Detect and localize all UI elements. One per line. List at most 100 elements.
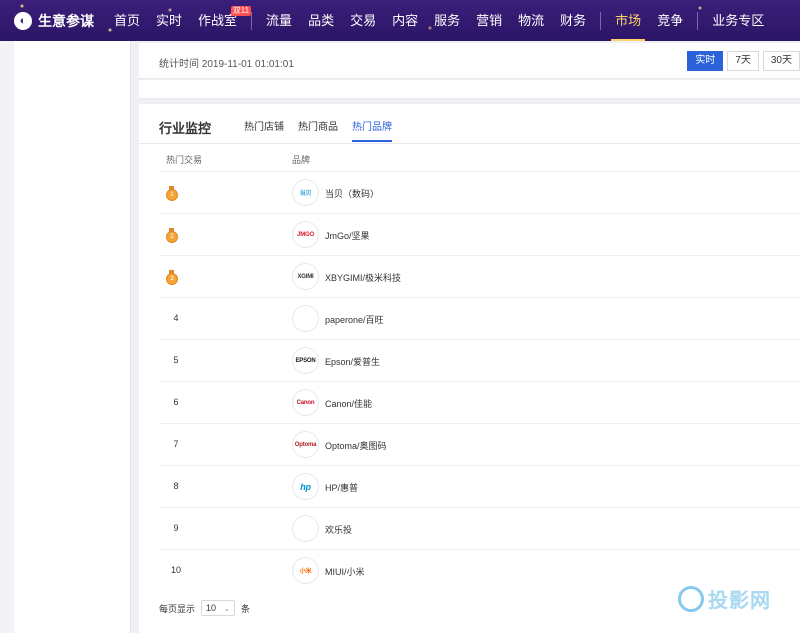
table-row[interactable]: 6 Canon Canon/佳能 xyxy=(159,381,800,423)
page-size-select[interactable]: 10 ⌄ xyxy=(201,600,236,616)
nav-item-label: 竞争 xyxy=(657,13,684,28)
promo-badge: 双11 xyxy=(230,6,252,16)
brand-logo-mark: EPSON xyxy=(295,357,316,364)
nav-separator xyxy=(251,11,253,30)
brand-name[interactable]: XBYGIMI/极米科技 xyxy=(325,271,401,284)
nav-item[interactable]: 竞争 xyxy=(649,0,691,41)
nav-item[interactable]: 服务 xyxy=(426,0,468,41)
brand-name[interactable]: HP/惠普 xyxy=(325,481,358,494)
nav-item[interactable]: 财务 xyxy=(552,0,594,41)
page-size-suffix: 条 xyxy=(241,603,251,614)
table-row[interactable]: 1 当贝 当贝（数码） xyxy=(159,171,800,213)
watermark: 投影网 xyxy=(678,584,771,613)
table-row[interactable]: 4 paperone/百旺 xyxy=(159,297,800,339)
brand-logo-mark: Canon xyxy=(296,399,315,406)
brand-logo: EPSON xyxy=(292,347,319,374)
nav-item-label: 服务 xyxy=(434,13,461,28)
nav-item-label: 品类 xyxy=(308,13,335,28)
brand-logo-mark: 小米 xyxy=(299,569,312,575)
nav-item-label: 内容 xyxy=(392,13,419,28)
nav-item-label: 交易 xyxy=(350,13,377,28)
medal-rank: 2 xyxy=(166,231,178,243)
brand-logo-mark: 当贝 xyxy=(299,191,312,197)
nav-item-label: 流量 xyxy=(266,13,293,28)
nav-item-label: 实时 xyxy=(156,13,183,28)
table-row[interactable]: 9 欢乐投 xyxy=(159,507,800,549)
brand-logo: Canon xyxy=(292,389,319,416)
nav-item[interactable]: 业务专区 xyxy=(704,0,772,41)
rank-number: 9 xyxy=(173,523,179,533)
nav-item[interactable]: 品类 xyxy=(300,0,342,41)
brand-name[interactable]: Optoma/奥图码 xyxy=(325,439,387,452)
top-nav: ◐ 生意参谋 首页 实时 作战室 双11 流量 品类 交易 内容 服务 营销 物流 财务 市场 竞争 业务专… xyxy=(0,0,800,41)
sidebar-collapsed-strip xyxy=(0,41,14,633)
nav-item[interactable]: 市场 xyxy=(607,0,649,41)
nav-item-label: 财务 xyxy=(560,13,587,28)
brand-name[interactable]: MIUI/小米 xyxy=(325,565,365,578)
nav-item[interactable]: 首页 xyxy=(106,0,148,41)
nav-item-label: 营销 xyxy=(476,13,503,28)
brand-name[interactable]: paperone/百旺 xyxy=(325,313,384,326)
tab[interactable]: 热门商品 xyxy=(298,118,338,142)
page-size-value: 10 xyxy=(206,603,217,613)
nav-item[interactable]: 营销 xyxy=(468,0,510,41)
sidebar xyxy=(0,41,131,633)
nav-separator xyxy=(600,11,602,30)
nav-item[interactable]: 内容 xyxy=(384,0,426,41)
tab[interactable]: 热门店铺 xyxy=(244,118,284,142)
tab[interactable]: 热门品牌 xyxy=(352,118,392,142)
nav-menu: 首页 实时 作战室 双11 流量 品类 交易 内容 服务 营销 物流 财务 市场 竞争 业务专区 xyxy=(106,0,772,41)
compass-logo-icon: ◐ xyxy=(14,11,32,30)
brand-logo: 小米 xyxy=(292,557,319,584)
nav-item[interactable]: 物流 xyxy=(510,0,552,41)
page-size-prefix: 每页显示 xyxy=(159,603,196,614)
panel-title: 行业监控 xyxy=(159,121,212,136)
nav-item-label: 首页 xyxy=(114,13,141,28)
rank-number: 4 xyxy=(173,313,179,323)
section-spacer xyxy=(139,80,800,99)
brand-name[interactable]: JmGo/坚果 xyxy=(325,229,370,242)
brand-logo xyxy=(292,515,319,542)
time-range-selector: 实时 7天 30天 xyxy=(683,51,800,71)
table-row[interactable]: 2 JMGO JmGo/坚果 xyxy=(159,213,800,255)
brand-logo-mark: Optoma xyxy=(294,441,317,448)
nav-item[interactable]: 实时 xyxy=(148,0,190,41)
medal-icon: 2 xyxy=(166,228,178,243)
brand-name[interactable]: 当贝（数码） xyxy=(325,187,379,200)
monitor-tabs: 热门店铺 热门商品 热门品牌 xyxy=(244,118,406,142)
watermark-text: 投影网 xyxy=(708,590,771,612)
app-logo[interactable]: ◐ 生意参谋 xyxy=(14,11,94,31)
column-header-rank[interactable]: 热门交易 xyxy=(166,153,202,166)
range-button[interactable]: 30天 xyxy=(762,51,800,71)
brand-name[interactable]: Epson/爱普生 xyxy=(325,355,380,368)
brand-logo: Optoma xyxy=(292,431,319,458)
brand-name[interactable]: Canon/佳能 xyxy=(325,397,372,410)
rank-number: 8 xyxy=(173,481,179,491)
nav-separator xyxy=(697,11,699,30)
table-row[interactable]: 7 Optoma Optoma/奥图码 xyxy=(159,423,800,465)
table-row[interactable]: 8 hp HP/惠普 xyxy=(159,465,800,507)
chevron-down-icon: ⌄ xyxy=(223,603,231,613)
rank-number: 10 xyxy=(170,565,181,575)
medal-rank: 3 xyxy=(166,273,178,285)
brand-logo: XGIMI xyxy=(292,263,319,290)
table-row[interactable]: 5 EPSON Epson/爱普生 xyxy=(159,339,800,381)
range-button[interactable]: 7天 xyxy=(727,51,759,71)
nav-item[interactable]: 作战室 双11 xyxy=(190,0,252,41)
brand-logo: 当贝 xyxy=(292,179,319,206)
nav-item-label: 市场 xyxy=(615,13,642,28)
nav-item[interactable]: 交易 xyxy=(342,0,384,41)
medal-icon: 1 xyxy=(166,186,178,201)
app-name: 生意参谋 xyxy=(38,12,94,29)
brand-logo-mark: hp xyxy=(300,481,311,492)
brand-name[interactable]: 欢乐投 xyxy=(325,523,352,536)
brand-logo-mark: XGIMI xyxy=(297,273,314,280)
table-row[interactable]: 3 XGIMI XBYGIMI/极米科技 xyxy=(159,255,800,297)
column-header-brand: 品牌 xyxy=(292,155,311,165)
stats-time: 统计时间 2019-11-01 01:01:01 xyxy=(159,59,294,70)
rank-number: 6 xyxy=(173,397,179,407)
nav-item-label: 物流 xyxy=(518,13,545,28)
range-button[interactable]: 实时 xyxy=(687,51,724,71)
nav-item[interactable]: 流量 xyxy=(258,0,300,41)
rank-number: 5 xyxy=(173,355,179,365)
